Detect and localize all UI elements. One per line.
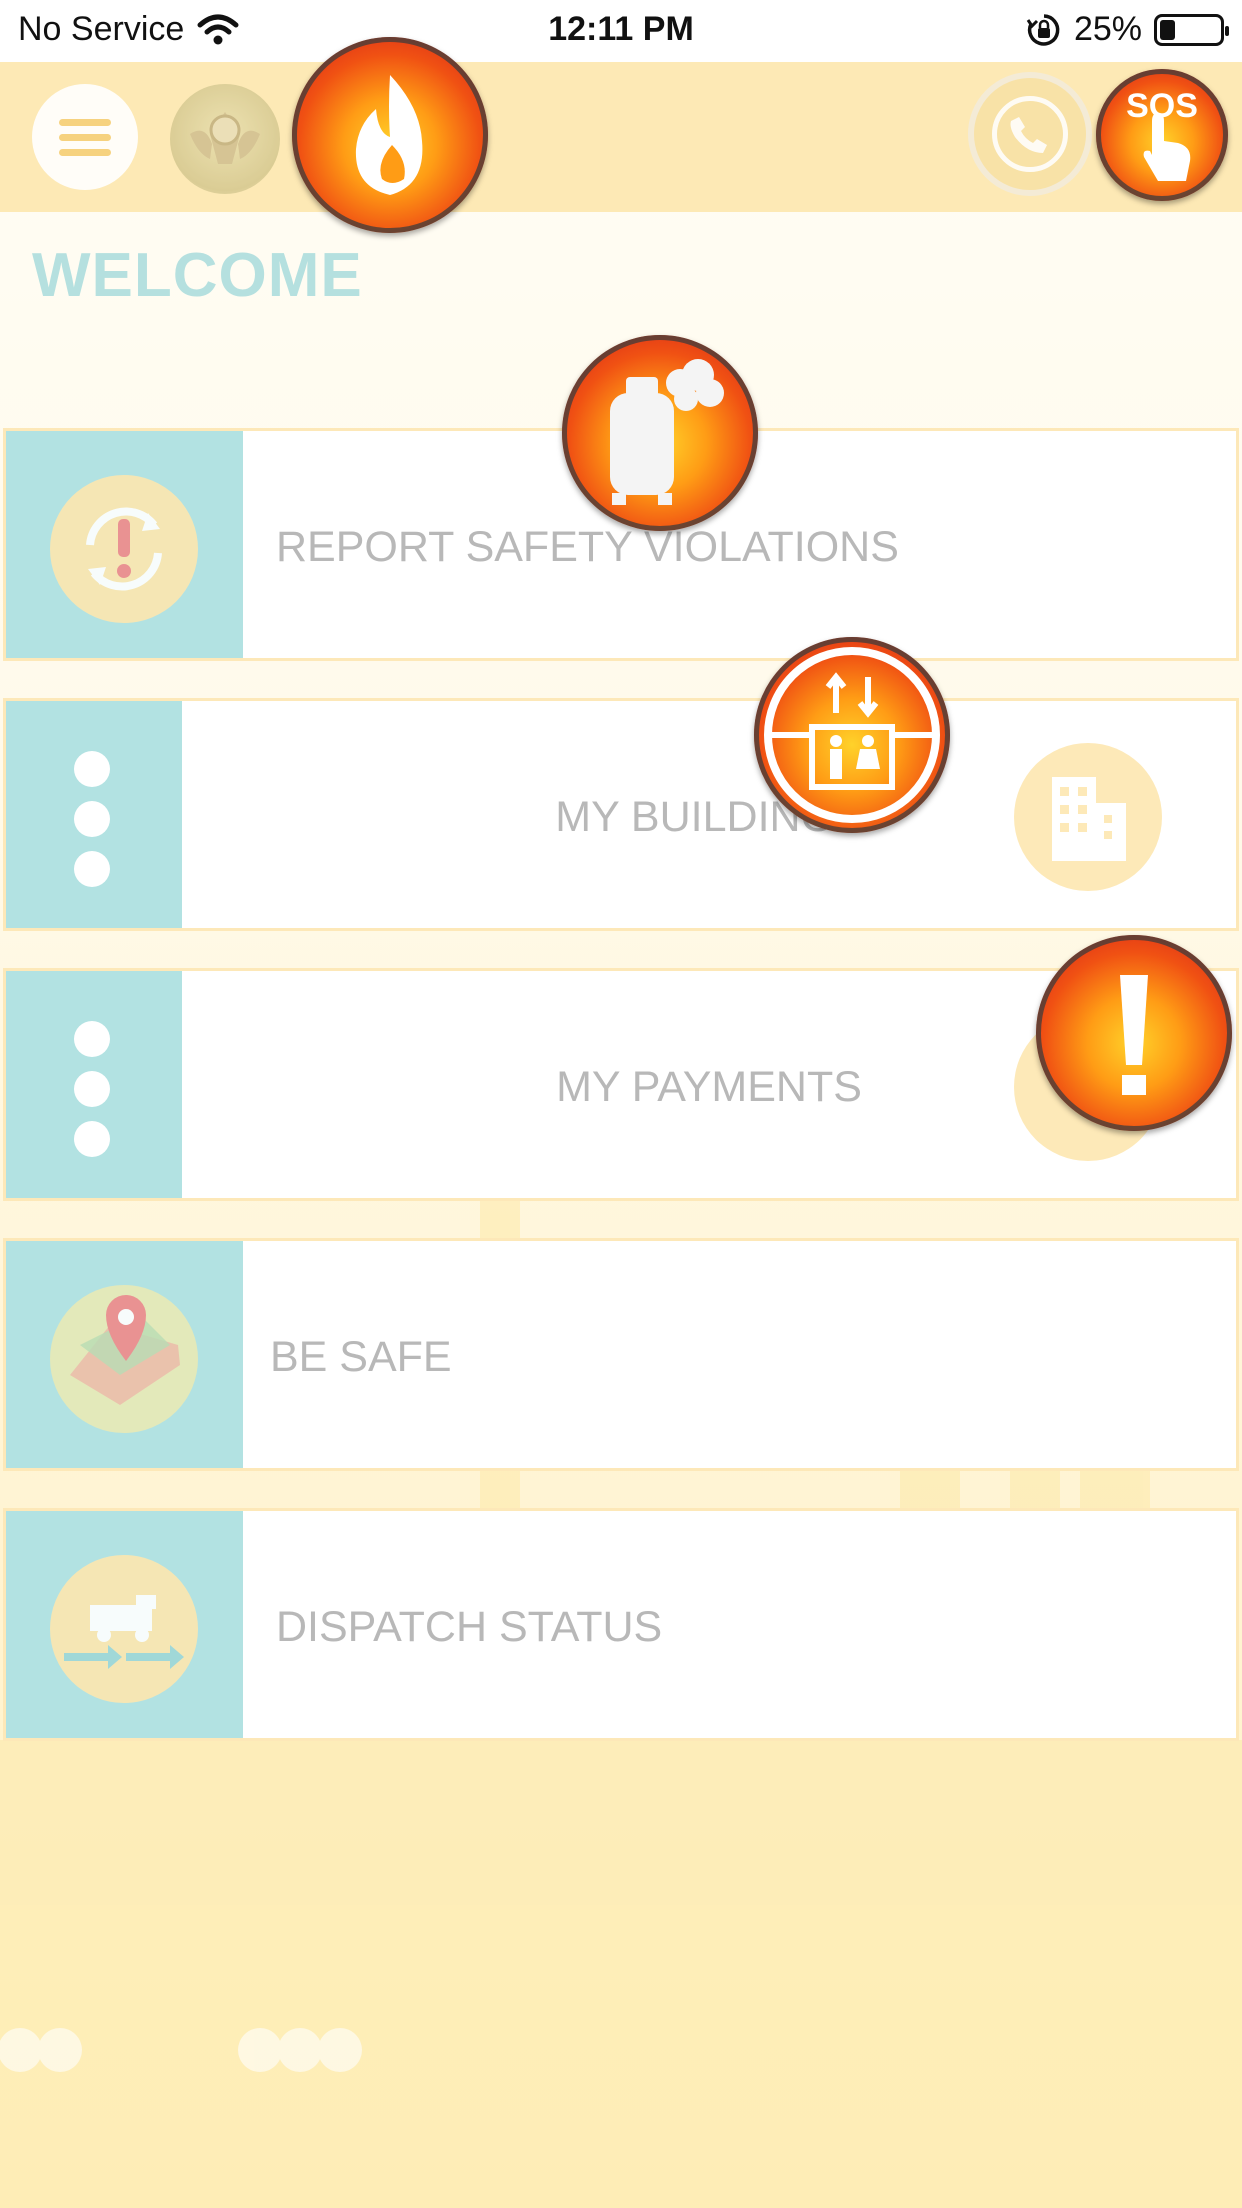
safety-violation-icon <box>50 475 198 623</box>
more-options-icon[interactable] <box>74 751 110 901</box>
exclamation-icon <box>1120 975 1148 1095</box>
status-right: 25% <box>1026 10 1229 49</box>
uae-emblem-logo <box>170 84 280 194</box>
card-side-panel <box>6 971 182 1198</box>
menu-label: DISPATCH STATUS <box>276 1603 663 1651</box>
elevator-alert-button[interactable] <box>754 637 950 833</box>
more-options-icon[interactable] <box>74 1021 110 1171</box>
gas-cylinder-icon <box>610 359 724 505</box>
menu-bar-top <box>59 119 111 126</box>
card-side-panel <box>6 701 182 928</box>
app-screen: No Service 12:11 PM 25% WELCOME REPORT S… <box>0 0 1242 2208</box>
battery-level <box>1160 19 1175 40</box>
card-side-panel <box>6 1241 243 1468</box>
map-pin-icon <box>50 1285 198 1433</box>
battery-percent: 25% <box>1073 10 1142 48</box>
elevator-icon <box>764 647 940 823</box>
menu-label: BE SAFE <box>270 1333 452 1381</box>
fire-truck-icon <box>50 1555 198 1703</box>
menu-card-my-buildings[interactable]: MY BUILDINGS <box>3 698 1239 931</box>
card-side-panel <box>6 431 243 658</box>
phone-icon <box>992 96 1068 172</box>
battery-icon <box>1154 13 1229 46</box>
welcome-heading: WELCOME <box>32 241 363 310</box>
call-button[interactable] <box>968 72 1092 196</box>
menu-bar-bottom <box>59 149 111 156</box>
status-bar: No Service 12:11 PM 25% <box>0 0 1242 62</box>
sos-button[interactable]: SOS <box>1096 69 1228 201</box>
hamburger-menu-button[interactable] <box>32 84 138 190</box>
gas-leak-button[interactable] <box>562 335 758 531</box>
warning-alert-button[interactable] <box>1036 935 1232 1131</box>
menu-card-be-safe[interactable]: BE SAFE <box>3 1238 1239 1471</box>
menu-bar-middle <box>59 134 111 141</box>
fire-icon <box>355 75 423 195</box>
menu-card-dispatch-status[interactable]: DISPATCH STATUS <box>3 1508 1239 1741</box>
fire-alert-button[interactable] <box>292 37 488 233</box>
building-icon <box>1014 743 1162 891</box>
sos-hand-icon: SOS <box>1126 87 1198 181</box>
rotation-lock-icon <box>1026 13 1060 46</box>
card-side-panel <box>6 1511 243 1738</box>
